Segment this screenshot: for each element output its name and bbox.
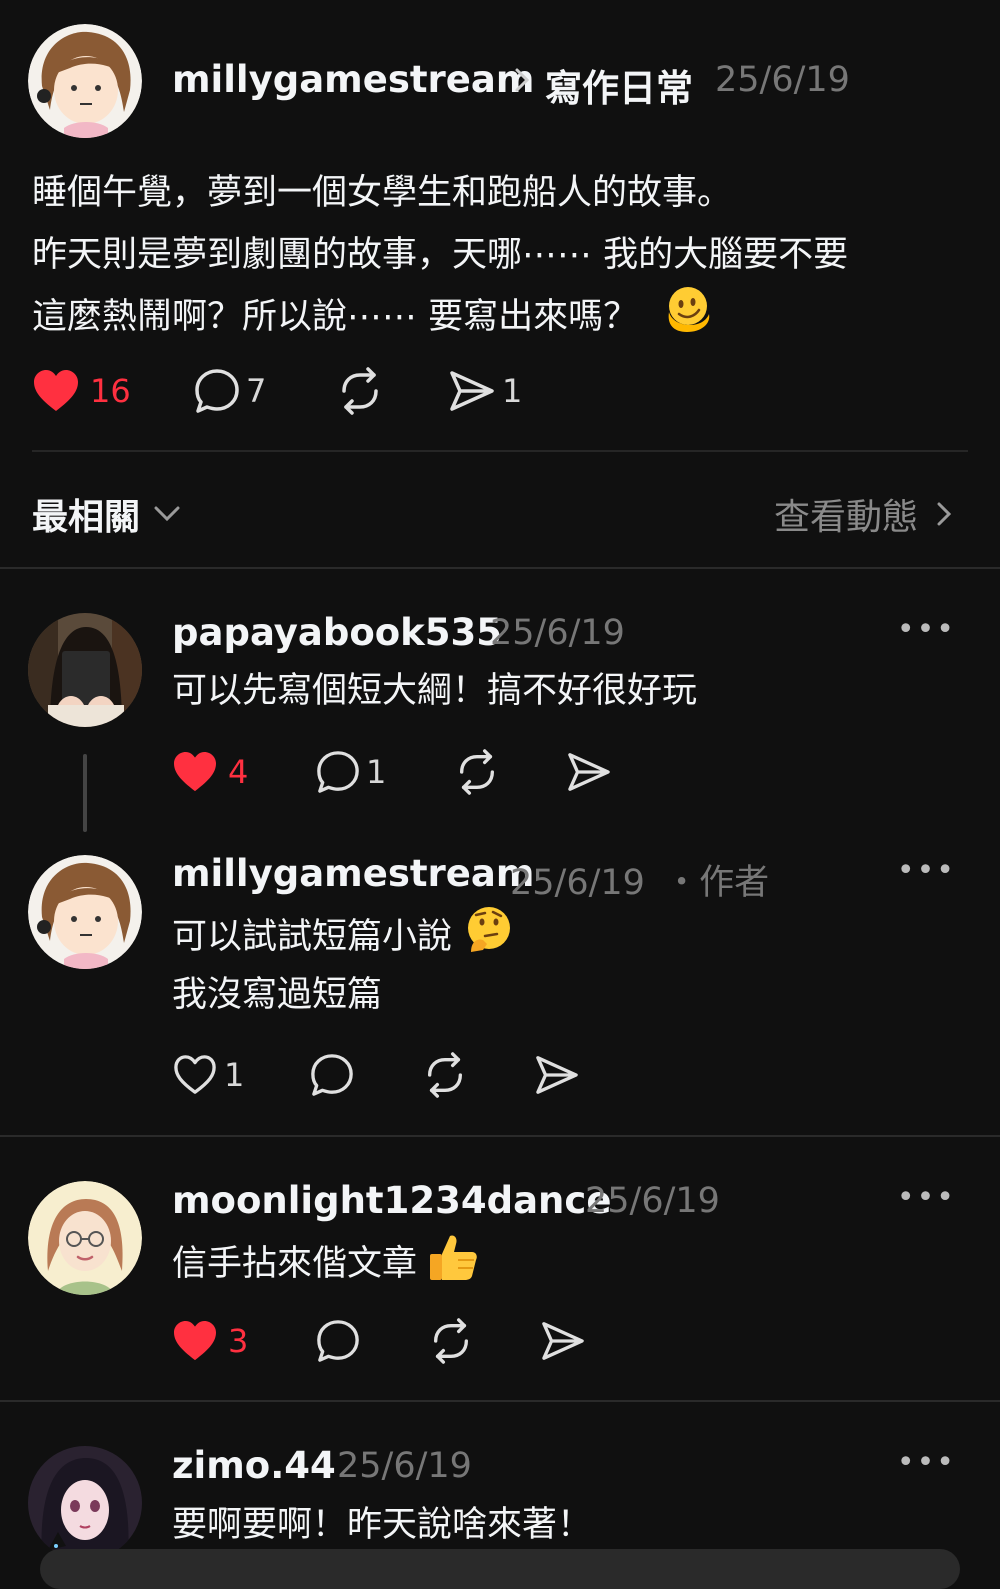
repost-button[interactable] <box>336 367 448 415</box>
reply-text: 信手拈來偕文章 <box>172 1230 480 1300</box>
chevron-down-icon <box>154 506 180 522</box>
avatar-papayabook535[interactable] <box>28 613 142 727</box>
repost-button[interactable] <box>454 749 566 795</box>
reply-date: 25/6/19 <box>585 1181 720 1221</box>
more-options-icon[interactable]: ••• <box>897 612 956 647</box>
post-username[interactable]: millygamestream <box>172 58 534 101</box>
view-activity-link[interactable]: 查看動態 <box>774 488 954 540</box>
comment-count: 7 <box>246 372 267 410</box>
share-button[interactable]: 1 <box>448 369 522 413</box>
thinking-face-emoji <box>463 904 513 972</box>
comment-button[interactable]: 1 <box>316 750 454 794</box>
reply-text-line-1-text: 可以試試短篇小說 <box>172 917 453 957</box>
more-options-icon[interactable]: ••• <box>897 1180 956 1215</box>
reply-username[interactable]: millygamestream <box>172 852 534 895</box>
comment-bubble-icon <box>317 751 359 793</box>
share-count: 1 <box>502 372 523 410</box>
melting-face-emoji <box>663 284 713 352</box>
post-text-line-3: 這麼熱鬧啊？所以說⋯⋯ 要寫出來嗎？ <box>32 284 713 352</box>
share-button[interactable] <box>540 1320 586 1362</box>
repost-icon <box>433 1318 469 1364</box>
reply-text-line-2: 我沒寫過短篇 <box>172 975 383 1015</box>
send-icon <box>450 371 494 411</box>
avatar-millygamestream[interactable] <box>28 24 142 138</box>
comment-count: 1 <box>366 753 387 791</box>
repost-button[interactable] <box>428 1318 540 1364</box>
reply-divider <box>0 1135 1000 1137</box>
comment-button[interactable] <box>316 1319 428 1363</box>
comment-button[interactable] <box>310 1053 422 1097</box>
reply-username[interactable]: moonlight1234dance <box>172 1179 611 1222</box>
sort-bar: 最相關 查看動態 <box>0 478 1000 542</box>
post-date: 25/6/19 <box>715 60 850 100</box>
like-button[interactable]: 3 <box>172 1320 316 1362</box>
comment-button[interactable]: 7 <box>194 368 336 414</box>
reply-text: 可以先寫個短大綱！搞不好很好玩 <box>172 671 698 711</box>
share-button[interactable] <box>566 751 612 793</box>
heart-filled-icon <box>174 1320 216 1361</box>
repost-button[interactable] <box>422 1052 534 1098</box>
chevron-right-icon <box>512 66 532 98</box>
reply-composer-bar[interactable] <box>40 1549 960 1589</box>
view-activity-label: 查看動態 <box>773 497 918 538</box>
reply-date: 25/6/19 ・作者 <box>510 854 769 905</box>
like-count: 16 <box>90 372 131 410</box>
comment-bubble-icon <box>195 369 239 413</box>
post-text-line-2: 昨天則是夢到劇團的故事，天哪⋯⋯ 我的大腦要不要 <box>32 235 849 275</box>
more-options-icon[interactable]: ••• <box>897 853 956 888</box>
thumbs-up-emoji <box>428 1230 480 1300</box>
like-button[interactable]: 4 <box>172 751 316 793</box>
post-divider <box>32 450 968 452</box>
post-text-line-1: 睡個午覺，夢到一個女學生和跑船人的故事。 <box>32 173 733 213</box>
like-button[interactable]: 1 <box>172 1054 310 1096</box>
repost-icon <box>427 1052 463 1098</box>
more-options-icon[interactable]: ••• <box>897 1445 956 1480</box>
author-tag: ・作者 <box>664 863 770 903</box>
repost-icon <box>459 749 495 795</box>
comment-bubble-icon <box>317 1320 359 1362</box>
chevron-right-icon <box>937 502 952 526</box>
reply-actions: 3 <box>172 1316 586 1366</box>
avatar-zimo44[interactable] <box>28 1446 142 1560</box>
send-icon <box>568 753 610 791</box>
avatar-moonlight1234dance[interactable] <box>28 1181 142 1295</box>
like-count: 3 <box>228 1322 249 1360</box>
heart-filled-icon <box>34 370 78 411</box>
post-actions: 16 7 1 <box>32 366 522 416</box>
share-button[interactable] <box>534 1054 580 1096</box>
section-divider <box>0 567 1000 569</box>
sort-label: 最相關 <box>32 497 141 538</box>
reply-text-line-1: 可以試試短篇小說 <box>172 904 513 972</box>
comment-bubble-icon <box>311 1054 353 1096</box>
send-icon <box>542 1322 584 1360</box>
reply-username[interactable]: zimo.44 <box>172 1444 336 1487</box>
reply-divider <box>0 1400 1000 1402</box>
reply-actions: 4 1 <box>172 747 612 797</box>
reply-actions: 1 <box>172 1050 580 1100</box>
thread-line <box>83 754 87 832</box>
sort-dropdown[interactable]: 最相關 <box>32 488 182 540</box>
reply-date: 25/6/19 <box>337 1446 472 1486</box>
post-topic[interactable]: 寫作日常 <box>545 58 693 112</box>
avatar-millygamestream[interactable] <box>28 855 142 969</box>
reply-date-text: 25/6/19 <box>510 863 645 903</box>
send-icon <box>536 1056 578 1094</box>
reply-text-content: 信手拈來偕文章 <box>172 1244 418 1284</box>
reply-username[interactable]: papayabook535 <box>172 611 502 654</box>
reply-date: 25/6/19 <box>490 613 625 653</box>
heart-filled-icon <box>174 751 216 792</box>
reply-text: 要啊要啊！昨天說啥來著！ <box>172 1505 593 1545</box>
heart-outline-icon <box>174 1055 216 1094</box>
repost-icon <box>342 367 378 415</box>
post-text-line-3-text: 這麼熱鬧啊？所以說⋯⋯ 要寫出來嗎？ <box>32 297 639 337</box>
like-button[interactable]: 16 <box>32 369 194 413</box>
like-count: 1 <box>224 1056 245 1094</box>
like-count: 4 <box>228 753 249 791</box>
